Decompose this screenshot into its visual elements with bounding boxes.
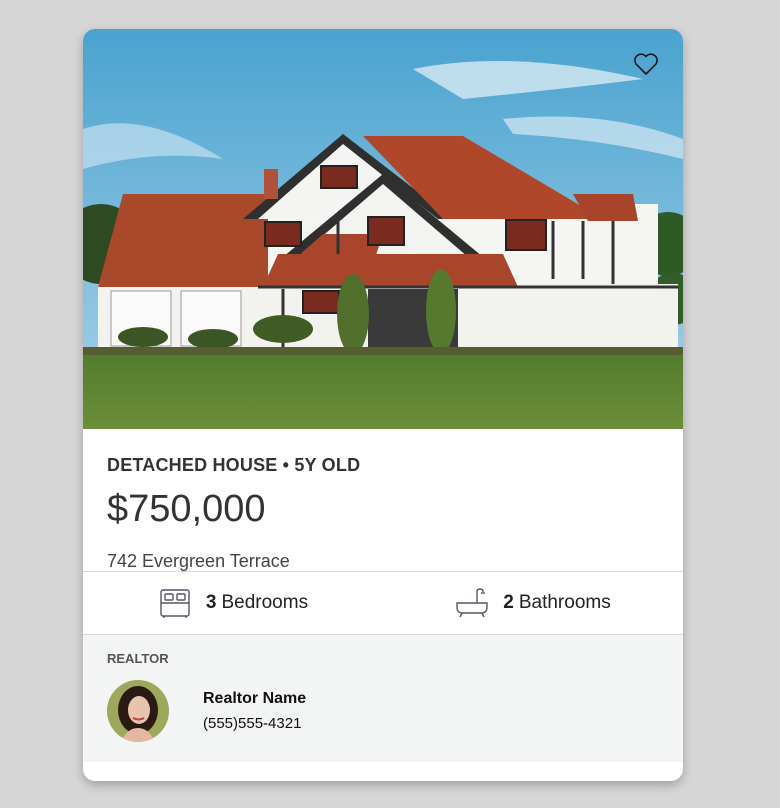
listing-card[interactable]: DETACHED HOUSE • 5Y OLD $750,000 742 Eve…	[83, 29, 683, 781]
address: 742 Evergreen Terrace	[107, 551, 290, 571]
bathrooms-count: 2	[503, 592, 514, 613]
property-type: DETACHED HOUSE • 5Y OLD	[107, 455, 361, 475]
realtor-section: REALTOR Realtor Name (555)555-4321	[83, 635, 683, 762]
realtor-phone[interactable]: (555)555-4321	[203, 715, 306, 732]
bed-icon	[160, 589, 190, 618]
bedrooms-label: Bedrooms	[221, 592, 309, 613]
heart-outline-icon	[634, 53, 658, 75]
favorite-button[interactable]	[629, 47, 663, 81]
house-photo	[83, 29, 683, 429]
bedrooms-stat: 3 Bedrooms	[83, 587, 383, 619]
bathrooms-label: Bathrooms	[518, 592, 611, 613]
stats-row: 3 Bedrooms 2 Bathrooms	[83, 571, 683, 635]
bathrooms-stat: 2 Bathrooms	[383, 587, 683, 619]
avatar-photo	[107, 680, 169, 742]
listing-info: DETACHED HOUSE • 5Y OLD $750,000 742 Eve…	[83, 429, 683, 571]
realtor-name: Realtor Name	[203, 690, 307, 707]
realtor-row: Realtor Name (555)555-4321	[107, 680, 659, 742]
price: $750,000	[107, 488, 266, 530]
bedrooms-count: 3	[205, 592, 217, 613]
realtor-heading: REALTOR	[107, 651, 169, 666]
bathtub-icon	[456, 588, 488, 618]
